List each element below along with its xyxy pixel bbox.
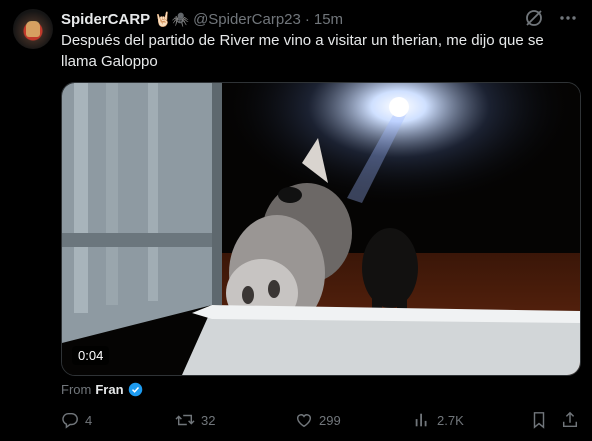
retweet-button[interactable]: 32 — [175, 411, 215, 429]
author-name[interactable]: SpiderCARP — [61, 11, 150, 28]
views-icon — [415, 413, 427, 427]
heart-icon — [296, 414, 312, 428]
video-thumbnail — [62, 83, 580, 375]
top-actions — [524, 8, 578, 28]
tweet[interactable]: SpiderCARP 🤘🏻🕷️ @SpiderCarp23 · 15m Desp… — [0, 0, 592, 441]
grok-icon[interactable] — [524, 8, 544, 28]
timestamp[interactable]: 15m — [314, 11, 343, 28]
like-count: 299 — [319, 412, 341, 428]
tweet-header: SpiderCARP 🤘🏻🕷️ @SpiderCarp23 · 15m — [61, 9, 343, 29]
retweet-icon — [175, 414, 195, 426]
video-duration: 0:04 — [72, 346, 110, 365]
attribution-source[interactable]: Fran — [95, 382, 123, 397]
media-attribution: From Fran — [61, 382, 143, 397]
like-button[interactable]: 299 — [295, 411, 341, 429]
reply-icon — [62, 412, 78, 429]
reply-button[interactable]: 4 — [61, 411, 92, 429]
share-icon — [562, 411, 578, 428]
bookmark-button[interactable] — [530, 411, 548, 429]
attribution-prefix: From — [61, 382, 92, 397]
views-count: 2.7K — [437, 412, 464, 428]
share-button[interactable] — [561, 411, 579, 429]
action-bar: 4 32 299 2.7K — [61, 411, 579, 433]
author-handle[interactable]: @SpiderCarp23 — [193, 11, 301, 28]
reply-count: 4 — [85, 412, 93, 428]
views-button[interactable]: 2.7K — [413, 411, 464, 429]
bookmark-icon — [533, 412, 545, 429]
retweet-count: 32 — [201, 412, 216, 428]
more-options-icon[interactable] — [558, 8, 578, 28]
author-emoji: 🤘🏻🕷️ — [154, 10, 190, 27]
tweet-text: Después del partido de River me vino a v… — [61, 32, 544, 70]
separator-dot: · — [304, 10, 310, 28]
avatar[interactable] — [13, 9, 53, 49]
verified-badge-icon — [128, 382, 143, 397]
video-player[interactable]: 0:04 — [61, 82, 581, 376]
